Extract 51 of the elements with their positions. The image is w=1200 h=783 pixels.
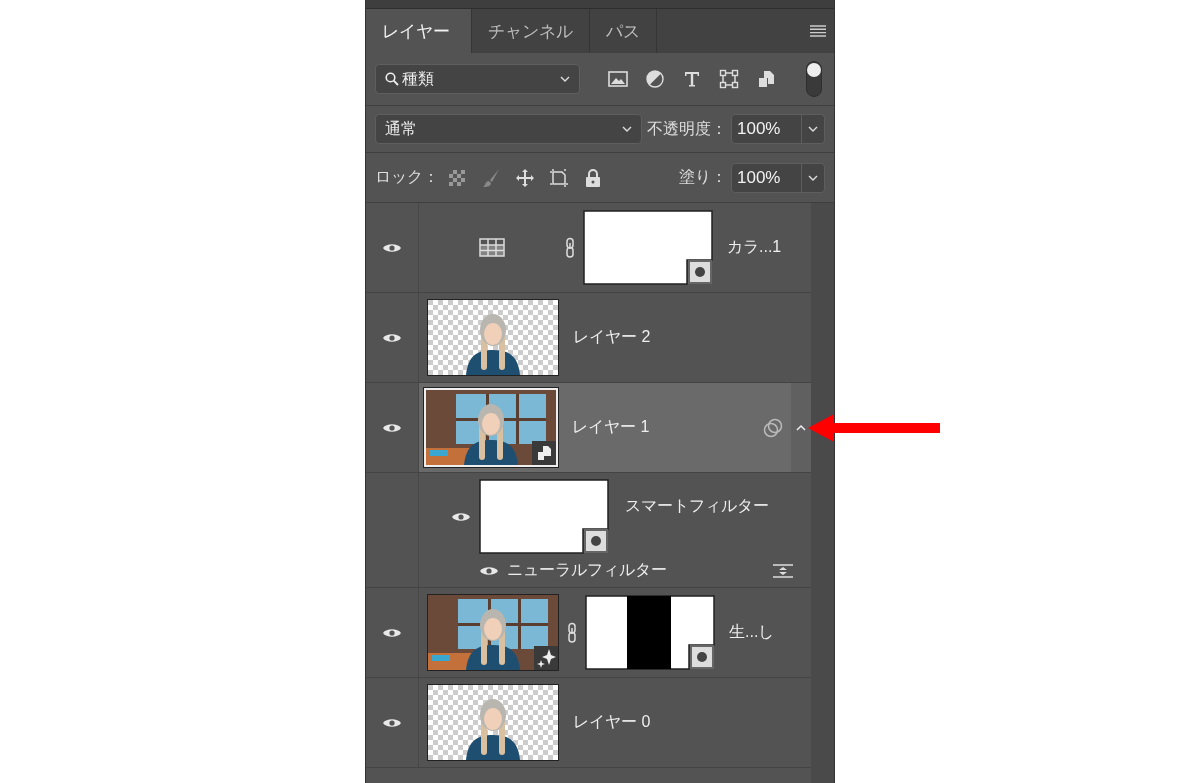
eye-icon[interactable] <box>382 626 402 639</box>
filter-options-icon[interactable] <box>773 563 793 578</box>
move-icon[interactable] <box>515 167 535 188</box>
image-icon[interactable] <box>608 69 628 89</box>
filter-name: ニューラルフィルター <box>507 560 667 580</box>
layer-name: レイヤー 0 <box>573 712 651 732</box>
tab[interactable]: チャンネル <box>472 9 590 53</box>
half-circle-icon[interactable] <box>645 69 665 89</box>
lock-label: ロック： <box>375 167 439 187</box>
overlapping-circles-icon[interactable] <box>763 417 783 438</box>
eye-icon[interactable] <box>382 241 402 254</box>
chain-icon[interactable] <box>565 236 575 259</box>
chevron-up-icon[interactable] <box>796 424 806 431</box>
search-icon <box>385 72 399 86</box>
layer-name: 生...し <box>729 622 775 642</box>
tab[interactable]: レイヤー <box>366 9 472 53</box>
shape-icon[interactable] <box>719 69 739 89</box>
mask-badge-icon <box>690 645 714 669</box>
mask-badge-icon <box>584 529 608 553</box>
chevron-down-icon <box>808 126 818 132</box>
crop-frame-icon[interactable] <box>549 167 569 188</box>
opacity-label: 不透明度： <box>647 118 727 139</box>
eye-icon[interactable] <box>382 716 402 729</box>
grid-icon <box>479 237 505 258</box>
eye-icon[interactable] <box>382 331 402 344</box>
menu-icon[interactable] <box>810 25 826 37</box>
fill-label: 塗り： <box>679 167 727 187</box>
document-icon[interactable] <box>756 69 776 89</box>
blend-mode-dropdown[interactable]: 通常 <box>375 114 642 144</box>
tab[interactable]: パス <box>590 9 657 53</box>
scrollbar-track[interactable] <box>811 203 834 783</box>
filter-toggle[interactable] <box>806 61 822 97</box>
lock-icon[interactable] <box>583 167 603 188</box>
layer-name: レイヤー 2 <box>573 327 651 347</box>
layer-name: レイヤー 1 <box>572 417 650 437</box>
text-icon[interactable] <box>682 69 702 89</box>
mask-thumbnail[interactable] <box>479 479 609 554</box>
chevron-down-icon <box>560 76 570 82</box>
layer-name: カラ...1 <box>727 237 782 257</box>
sparkle-badge-icon <box>534 646 558 670</box>
smart-filter-label: スマートフィルター <box>625 496 769 516</box>
mask-thumbnail[interactable] <box>585 595 715 670</box>
filter-dropdown[interactable]: 種類 <box>375 64 580 94</box>
chevron-down-icon <box>808 174 818 181</box>
chevron-down-icon <box>622 126 632 132</box>
mask-badge-icon <box>688 260 712 284</box>
chain-icon[interactable] <box>567 621 577 644</box>
eye-icon[interactable] <box>382 421 402 434</box>
eye-icon[interactable] <box>451 510 471 523</box>
eye-icon[interactable] <box>479 564 499 577</box>
mask-thumbnail[interactable] <box>583 210 713 285</box>
